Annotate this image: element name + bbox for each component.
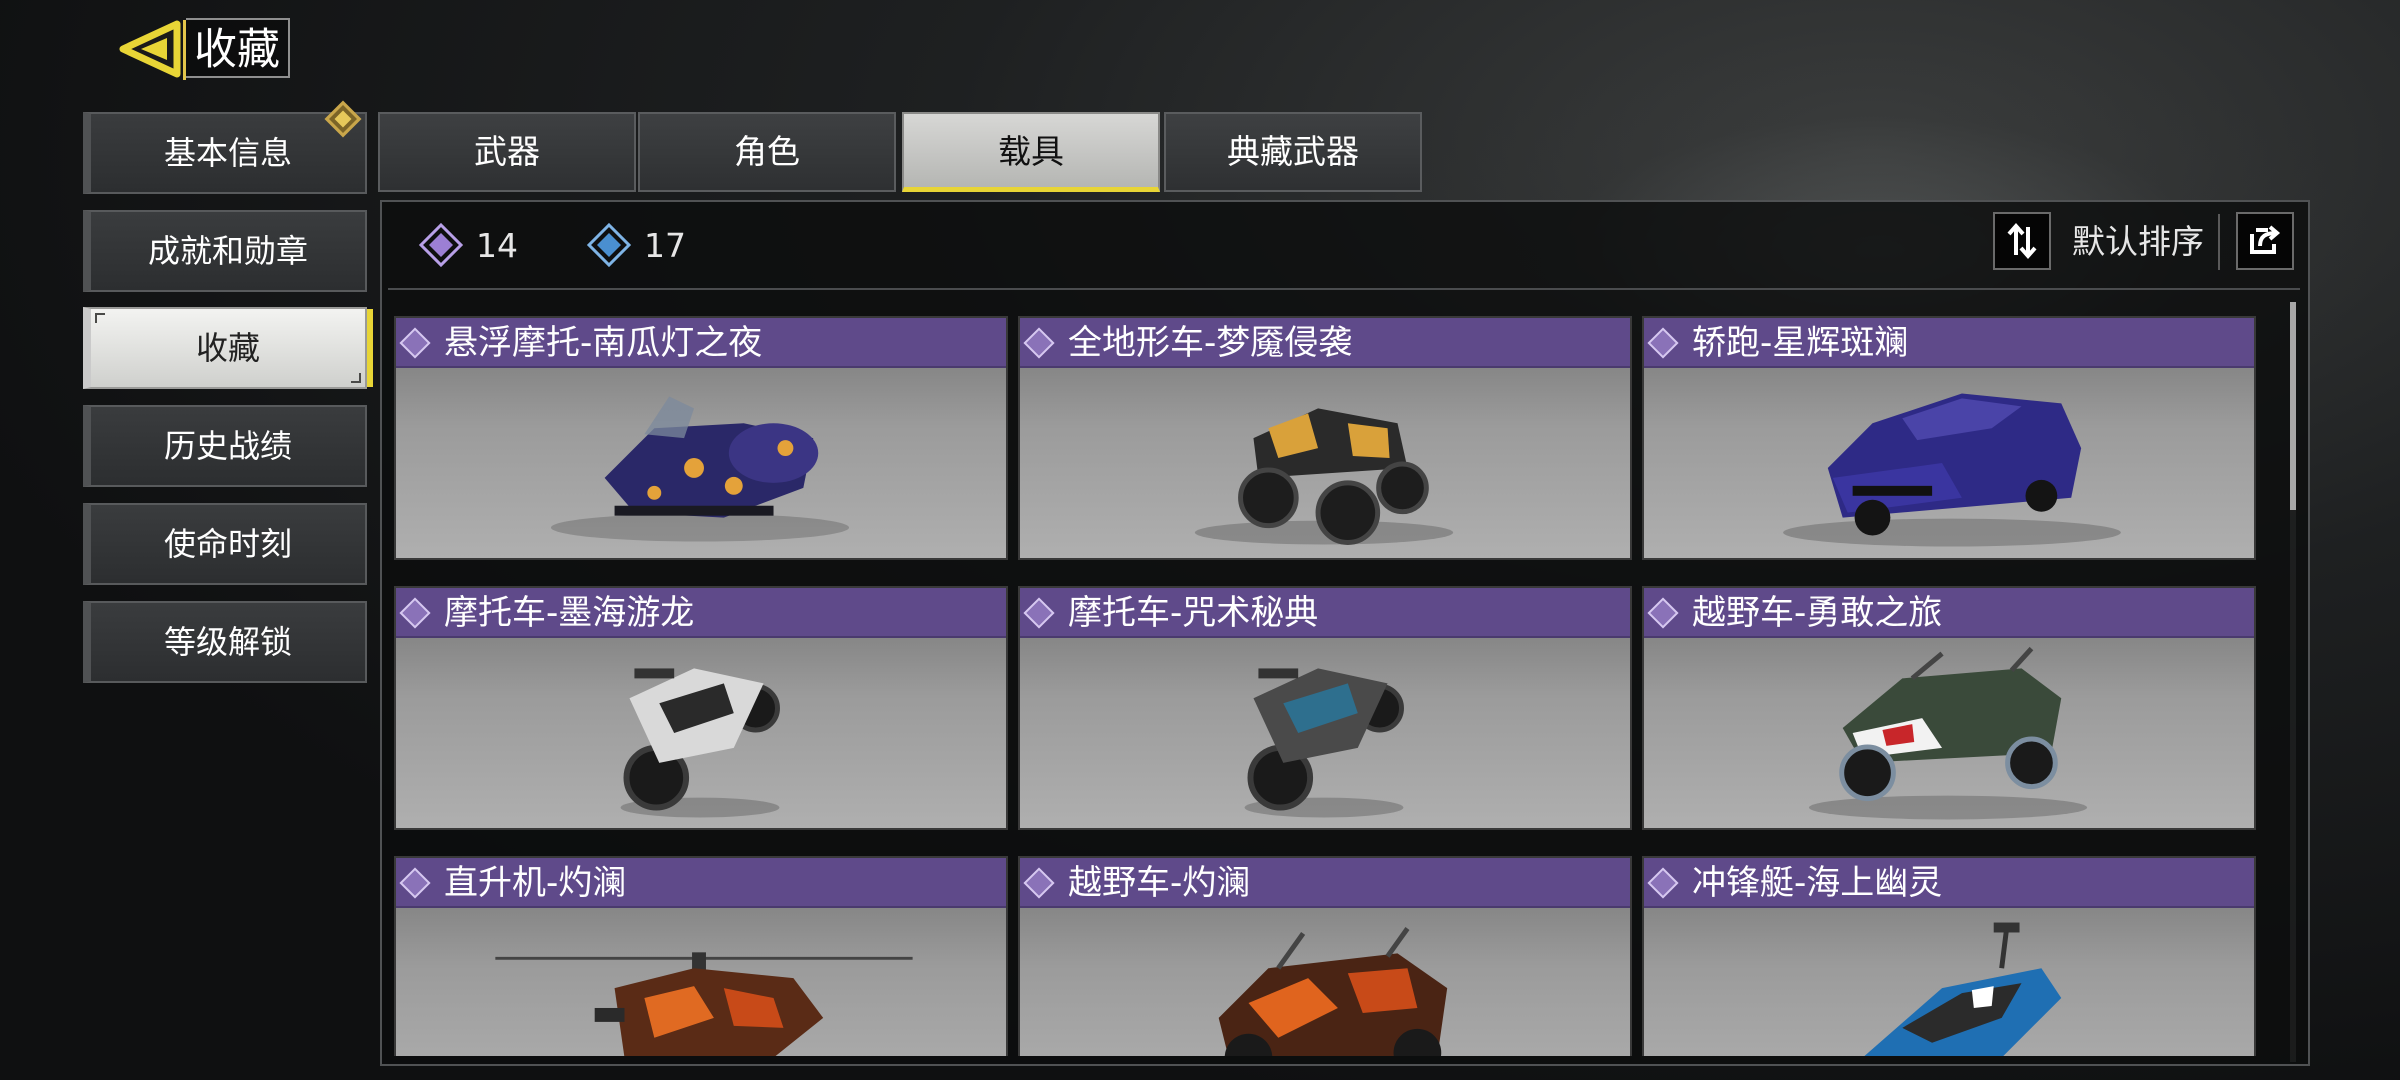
corner-decoration <box>351 373 361 383</box>
helicopter-icon <box>495 952 913 1056</box>
rarity-icon <box>1023 867 1055 899</box>
tab-characters[interactable]: 角色 <box>638 112 896 192</box>
rarity-icon <box>1647 867 1679 899</box>
collection-card[interactable]: 轿跑-星辉斑斓 <box>1642 316 2256 560</box>
speedboat-icon <box>1864 922 2062 1056</box>
card-header: 轿跑-星辉斑斓 <box>1644 318 2254 368</box>
hoverbike-icon <box>550 396 850 542</box>
tab-vehicles[interactable]: 载具 <box>902 112 1160 192</box>
offroad-buggy-icon <box>1808 646 2088 820</box>
card-header: 全地形车-梦魇侵袭 <box>1020 318 1630 368</box>
card-header: 悬浮摩托-南瓜灯之夜 <box>396 318 1006 368</box>
purple-rarity-icon <box>418 222 464 268</box>
sidebar-item-label: 基本信息 <box>163 134 292 172</box>
share-button[interactable] <box>2236 212 2294 270</box>
motorcycle-icon <box>620 668 780 818</box>
collection-card[interactable]: 冲锋艇-海上幽灵 <box>1642 856 2256 1056</box>
rarity-icon <box>399 867 431 899</box>
blue-count-value: 17 <box>644 225 686 265</box>
back-button[interactable] <box>115 14 185 84</box>
collection-card[interactable]: 摩托车-咒术秘典 <box>1018 586 1632 830</box>
card-title: 全地形车-梦魇侵袭 <box>1068 323 1353 363</box>
page-title: 收藏 <box>186 18 290 78</box>
atv-icon <box>1194 408 1454 545</box>
card-header: 直升机-灼澜 <box>396 858 1006 908</box>
sidebar-item-history[interactable]: 历史战绩 <box>83 405 367 487</box>
sidebar-item-basic-info[interactable]: 基本信息 <box>83 112 367 194</box>
sidebar-item-collection[interactable]: 收藏 <box>83 307 373 389</box>
card-title: 冲锋艇-海上幽灵 <box>1692 863 1943 903</box>
sidebar-item-label: 成就和勋章 <box>147 232 308 270</box>
purple-count-value: 14 <box>476 225 518 265</box>
card-title: 越野车-灼澜 <box>1068 863 1251 903</box>
rarity-icon <box>1023 327 1055 359</box>
card-header: 越野车-勇敢之旅 <box>1644 588 2254 638</box>
sort-arrows-icon <box>2007 222 2037 260</box>
card-header: 越野车-灼澜 <box>1020 858 1630 908</box>
collection-card[interactable]: 摩托车-墨海游龙 <box>394 586 1008 830</box>
scrollbar-thumb[interactable] <box>2290 302 2296 510</box>
panel-divider <box>388 288 2300 290</box>
card-title: 轿跑-星辉斑斓 <box>1692 323 1909 363</box>
back-arrow-icon <box>119 20 181 78</box>
sidebar-item-label: 收藏 <box>195 329 260 367</box>
tab-label: 角色 <box>734 132 800 171</box>
card-title: 越野车-勇敢之旅 <box>1692 593 1943 633</box>
sidebar-item-label: 历史战绩 <box>163 427 292 465</box>
collection-card[interactable]: 悬浮摩托-南瓜灯之夜 <box>394 316 1008 560</box>
collection-card[interactable]: 直升机-灼澜 <box>394 856 1008 1056</box>
tab-label: 载具 <box>998 132 1064 171</box>
tab-legendary-weapons[interactable]: 典藏武器 <box>1164 112 1422 192</box>
card-title: 悬浮摩托-南瓜灯之夜 <box>444 323 763 363</box>
purple-count: 14 <box>418 220 518 270</box>
card-title: 直升机-灼澜 <box>444 863 627 903</box>
sort-order-button[interactable] <box>1993 212 2051 270</box>
rarity-icon <box>1023 597 1055 629</box>
sidebar-item-mission-moments[interactable]: 使命时刻 <box>83 503 367 585</box>
sidebar-item-achievements[interactable]: 成就和勋章 <box>83 210 367 292</box>
card-title: 摩托车-咒术秘典 <box>1068 593 1319 633</box>
collection-card[interactable]: 全地形车-梦魇侵袭 <box>1018 316 1632 560</box>
rarity-icon <box>1647 597 1679 629</box>
sidebar-item-level-unlock[interactable]: 等级解锁 <box>83 601 367 683</box>
sidebar-item-label: 使命时刻 <box>163 525 292 563</box>
sports-car-icon <box>1783 393 2121 547</box>
blue-rarity-icon <box>586 222 632 268</box>
offroad-buggy-icon <box>1218 927 1448 1056</box>
rarity-icon <box>1647 327 1679 359</box>
rarity-icon <box>399 327 431 359</box>
corner-decoration <box>95 313 105 323</box>
collection-card[interactable]: 越野车-灼澜 <box>1018 856 1632 1056</box>
blue-count: 17 <box>586 220 686 270</box>
card-title: 摩托车-墨海游龙 <box>444 593 695 633</box>
tab-label: 武器 <box>474 132 540 171</box>
tab-weapons[interactable]: 武器 <box>378 112 636 192</box>
card-header: 摩托车-咒术秘典 <box>1020 588 1630 638</box>
collection-grid: 悬浮摩托-南瓜灯之夜 全地形车-梦魇侵袭 轿跑-星辉斑斓 摩托车-墨海游龙 摩托… <box>394 316 2256 1056</box>
tab-label: 典藏武器 <box>1227 132 1359 171</box>
sidebar-item-label: 等级解锁 <box>163 623 292 661</box>
card-header: 摩托车-墨海游龙 <box>396 588 1006 638</box>
collection-card[interactable]: 越野车-勇敢之旅 <box>1642 586 2256 830</box>
motorcycle-icon <box>1244 668 1404 818</box>
share-icon <box>2250 225 2281 254</box>
sort-dropdown[interactable]: 默认排序 <box>2072 218 2204 266</box>
rarity-icon <box>399 597 431 629</box>
toolbar-divider <box>2218 214 2220 270</box>
card-header: 冲锋艇-海上幽灵 <box>1644 858 2254 908</box>
